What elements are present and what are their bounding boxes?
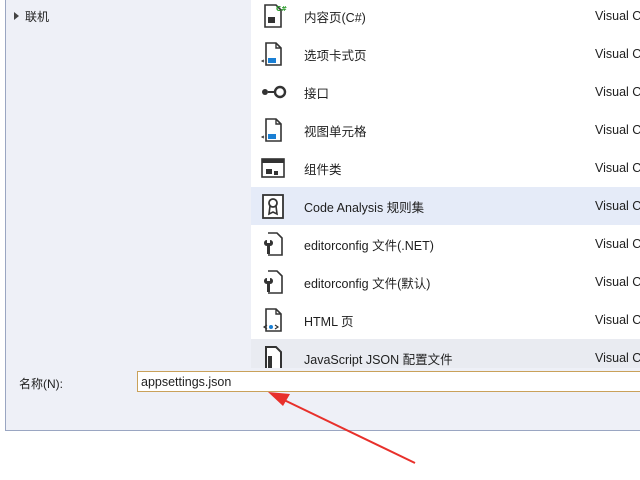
template-row-html-page[interactable]: HTML 页 Visual C# bbox=[251, 301, 640, 339]
template-language: Visual C# bbox=[595, 237, 640, 251]
html-page-icon bbox=[262, 308, 282, 332]
svg-text:C#: C# bbox=[276, 5, 287, 13]
template-row-editorconfig-net[interactable]: editorconfig 文件(.NET) Visual C# bbox=[251, 225, 640, 263]
sidebar-item-online[interactable]: 联机 bbox=[14, 8, 49, 24]
template-language: Visual C# bbox=[595, 275, 640, 289]
template-list: C# 内容页(C#) Visual C# 选项卡式页 Visual C# bbox=[251, 0, 640, 368]
template-row-interface[interactable]: 接口 Visual C# bbox=[251, 73, 640, 111]
template-row-component-class[interactable]: 组件类 Visual C# bbox=[251, 149, 640, 187]
template-name: editorconfig 文件(.NET) bbox=[304, 238, 434, 253]
tabbed-page-icon bbox=[260, 42, 282, 66]
editorconfig-icon bbox=[264, 270, 283, 294]
interface-icon bbox=[262, 85, 287, 99]
template-row-content-page[interactable]: C# 内容页(C#) Visual C# bbox=[251, 0, 640, 35]
content-page-icon: C# bbox=[264, 4, 287, 28]
template-language: Visual C# bbox=[595, 85, 640, 99]
template-name: 组件类 bbox=[304, 162, 342, 177]
component-class-icon bbox=[261, 158, 285, 178]
template-category-sidebar: 联机 bbox=[6, 0, 250, 368]
expand-arrow-icon[interactable] bbox=[14, 12, 19, 20]
template-language: Visual C# bbox=[595, 9, 640, 23]
name-field-label: 名称(N): bbox=[19, 377, 63, 391]
sidebar-item-label: 联机 bbox=[25, 9, 50, 24]
template-language: Visual C# bbox=[595, 313, 640, 327]
json-config-icon bbox=[265, 346, 282, 368]
template-language: Visual C# bbox=[595, 351, 640, 365]
template-row-editorconfig-default[interactable]: editorconfig 文件(默认) Visual C# bbox=[251, 263, 640, 301]
template-name: Code Analysis 规则集 bbox=[304, 200, 425, 215]
template-name: JavaScript JSON 配置文件 bbox=[304, 352, 453, 367]
template-language: Visual C# bbox=[595, 123, 640, 137]
template-language: Visual C# bbox=[595, 161, 640, 175]
template-name: 视图单元格 bbox=[304, 124, 367, 139]
template-row-view-cell[interactable]: 视图单元格 Visual C# bbox=[251, 111, 640, 149]
name-field-row: 名称(N): bbox=[6, 368, 640, 396]
template-name: HTML 页 bbox=[304, 314, 354, 329]
template-row-json-config[interactable]: JavaScript JSON 配置文件 Visual C# bbox=[251, 339, 640, 368]
name-input[interactable] bbox=[137, 371, 640, 392]
editorconfig-icon bbox=[264, 232, 283, 256]
template-language: Visual C# bbox=[595, 47, 640, 61]
template-name: 接口 bbox=[304, 86, 330, 101]
template-name: 内容页(C#) bbox=[304, 10, 366, 25]
view-cell-icon bbox=[260, 118, 282, 142]
template-name: editorconfig 文件(默认) bbox=[304, 276, 431, 291]
template-language: Visual C# bbox=[595, 199, 640, 213]
template-name: 选项卡式页 bbox=[304, 48, 367, 63]
template-row-tabbed-page[interactable]: 选项卡式页 Visual C# bbox=[251, 35, 640, 73]
add-new-item-dialog: 联机 C# 内容页(C#) Visual C# 选项卡式页 Visual C# bbox=[5, 0, 640, 431]
ruleset-icon bbox=[262, 194, 284, 219]
template-row-ruleset[interactable]: Code Analysis 规则集 Visual C# bbox=[251, 187, 640, 225]
